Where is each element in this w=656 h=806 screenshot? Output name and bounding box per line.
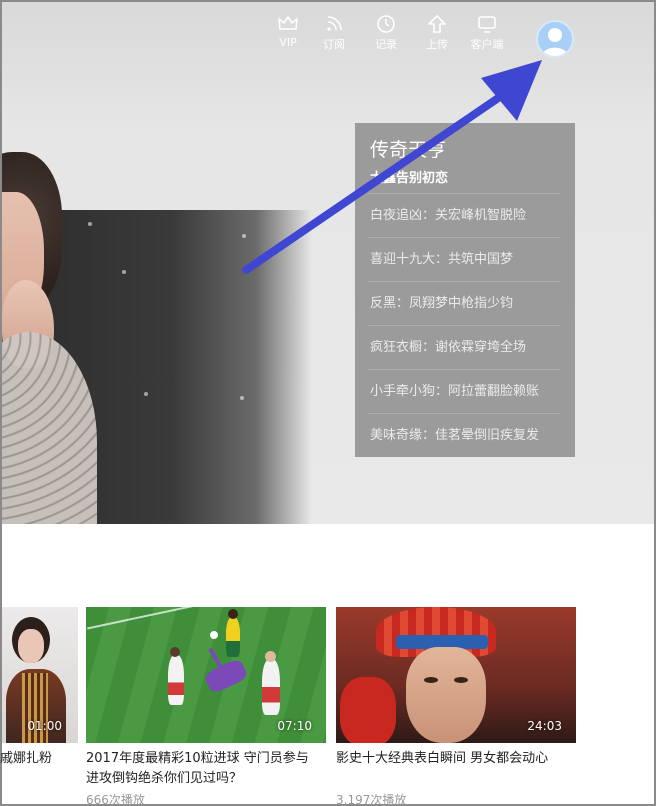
video-thumbnail[interactable]: 01:00	[2, 607, 78, 743]
clock-icon	[377, 15, 395, 33]
panel-title[interactable]: 传奇天亨	[370, 135, 446, 162]
video-title-line: 影史十大经典表白瞬间 男女都会动心	[336, 751, 549, 766]
panel-list-item[interactable]: 白夜追凶：关宏峰机智脱险	[368, 193, 560, 237]
user-avatar-icon	[542, 28, 568, 56]
nav-upload[interactable]: 上传	[417, 14, 457, 52]
nav-subscribe[interactable]: 订阅	[314, 14, 354, 52]
video-title[interactable]: 戚娜扎粉	[0, 749, 78, 769]
video-card[interactable]: 01:00 戚娜扎粉	[0, 607, 78, 769]
nav-vip[interactable]: VIP	[268, 14, 308, 49]
video-thumbnail[interactable]: 07:10	[86, 607, 326, 743]
panel-list-item[interactable]: 美味奇缘：佳茗晕倒旧疾复发	[368, 413, 560, 457]
panel-list: 白夜追凶：关宏峰机智脱险 喜迎十九大：共筑中国梦 反黑：凤翔梦中枪指少钧 疯狂衣…	[368, 193, 560, 457]
rss-icon	[327, 16, 342, 31]
featured-panel: 传奇天亨 大鑫告别初恋 白夜追凶：关宏峰机智脱险 喜迎十九大：共筑中国梦 反黑：…	[355, 123, 575, 457]
panel-list-item[interactable]: 反黑：凤翔梦中枪指少钧	[368, 281, 560, 325]
panel-list-item[interactable]: 小手牵小狗：阿拉蕾翻脸赖账	[368, 369, 560, 413]
nav-client-label: 客户端	[470, 38, 504, 51]
video-views: 3,197次播放	[336, 793, 407, 806]
monitor-icon	[478, 16, 496, 33]
video-thumbnail[interactable]: 24:03	[336, 607, 576, 743]
panel-list-item[interactable]: 疯狂衣橱：谢依霖穿垮全场	[368, 325, 560, 369]
video-views: 666次播放	[86, 793, 145, 806]
nav-upload-label: 上传	[426, 38, 448, 51]
video-duration: 01:00	[27, 719, 62, 733]
video-title[interactable]: 2017年度最精彩10粒进球 守门员参与 进攻倒钩绝杀你们见过吗？	[86, 749, 326, 789]
crown-icon	[278, 16, 298, 30]
panel-list-item[interactable]: 喜迎十九大：共筑中国梦	[368, 237, 560, 281]
video-duration: 24:03	[527, 719, 562, 733]
nav-history[interactable]: 记录	[366, 14, 406, 52]
video-title[interactable]: 影史十大经典表白瞬间 男女都会动心	[336, 749, 576, 789]
video-card[interactable]: 24:03 影史十大经典表白瞬间 男女都会动心 3,197次播放	[336, 607, 576, 806]
nav-history-label: 记录	[375, 38, 397, 51]
nav-vip-label: VIP	[279, 36, 297, 49]
nav-client[interactable]: 客户端	[467, 14, 507, 52]
upload-icon	[428, 15, 446, 33]
user-avatar[interactable]	[536, 20, 574, 58]
video-card[interactable]: 07:10 2017年度最精彩10粒进球 守门员参与 进攻倒钩绝杀你们见过吗？ …	[86, 607, 326, 806]
nav-subscribe-label: 订阅	[323, 38, 345, 51]
video-title-line	[336, 769, 576, 789]
video-title-line: 进攻倒钩绝杀你们见过吗？	[86, 771, 243, 786]
video-title-line: 2017年度最精彩10粒进球 守门员参与	[86, 751, 309, 766]
video-duration: 07:10	[277, 719, 312, 733]
panel-subtitle[interactable]: 大鑫告别初恋	[370, 167, 448, 186]
